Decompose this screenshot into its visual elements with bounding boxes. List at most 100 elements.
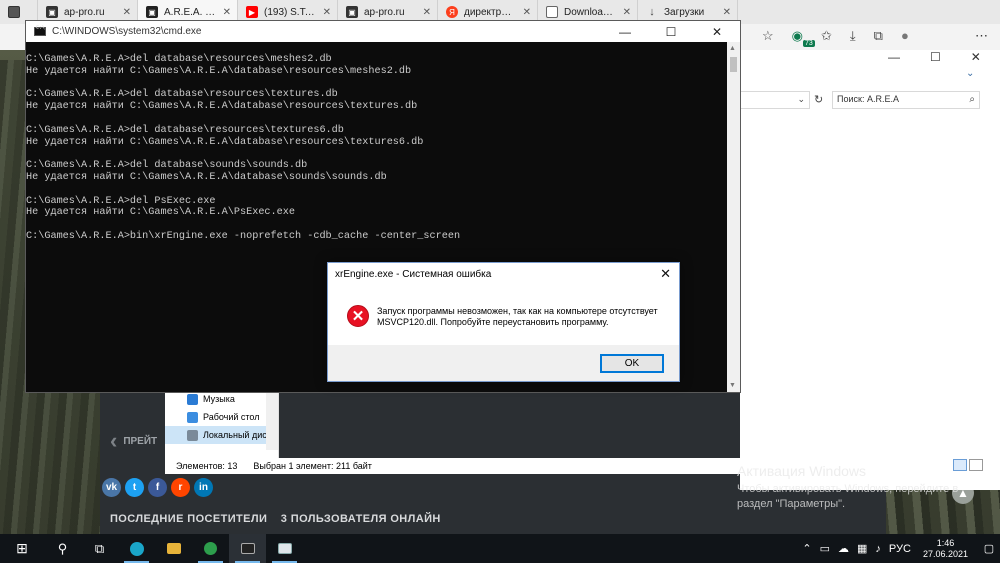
notification-icon[interactable]: ▢	[978, 542, 1000, 555]
battery-icon[interactable]: ▭	[820, 542, 830, 555]
site-prev-link[interactable]: ‹ ПРЕЙТ	[110, 428, 157, 454]
cmd-line: Не удается найти C:\Games\A.R.E.A\PsExec…	[26, 207, 295, 219]
clock-time: 1:46	[936, 537, 955, 548]
network-icon[interactable]: ▦	[857, 542, 867, 555]
site-prev-label: ПРЕЙТ	[123, 435, 158, 447]
taskbar-app[interactable]	[266, 534, 303, 563]
close-icon[interactable]: ✕	[971, 50, 981, 64]
yandex-icon: Я	[446, 6, 458, 18]
chevron-down-icon[interactable]: ⌄	[966, 68, 974, 79]
maximize-icon[interactable]: ☐	[648, 25, 694, 39]
close-icon[interactable]: ✕	[694, 25, 740, 39]
cmd-line: C:\Games\A.R.E.A>bin\xrEngine.exe -nopre…	[26, 230, 461, 242]
dialog-title: xrEngine.exe - Системная ошибка	[335, 268, 492, 280]
scroll-thumb[interactable]	[730, 57, 737, 72]
start-button[interactable]: ⊞	[0, 534, 44, 563]
cmd-line	[26, 78, 728, 90]
nav-item-local-disk[interactable]: Локальный дис	[165, 426, 278, 444]
downloads-icon[interactable]: ⤓	[850, 28, 856, 44]
cmd-icon	[34, 25, 46, 36]
chevron-down-icon[interactable]: ⌄	[797, 94, 805, 105]
folder-icon	[166, 543, 181, 554]
volume-icon[interactable]: ♪	[875, 543, 881, 555]
scroll-up-icon[interactable]: ▲	[729, 45, 736, 52]
close-icon[interactable]: ✕	[523, 7, 531, 18]
close-icon[interactable]: ✕	[423, 7, 431, 18]
close-icon[interactable]: ✕	[623, 7, 631, 18]
desktop-icon	[187, 411, 198, 423]
close-icon[interactable]: ✕	[323, 7, 331, 18]
cmd-titlebar[interactable]: C:\WINDOWS\system32\cmd.exe — ☐ ✕	[26, 21, 740, 42]
cmd-icon	[240, 543, 255, 554]
close-icon[interactable]: ✕	[123, 7, 131, 18]
cmd-scrollbar[interactable]: ▲ ▼	[727, 42, 740, 392]
ok-button[interactable]: OK	[600, 354, 664, 373]
nav-scrollbar[interactable]	[266, 390, 278, 450]
close-icon[interactable]: ✕	[660, 266, 671, 282]
cmd-title: C:\WINDOWS\system32\cmd.exe	[52, 26, 202, 37]
windows-activation-watermark: Активация Windows Чтобы активировать Win…	[737, 463, 987, 512]
favorites-icon[interactable]: ✩	[821, 28, 832, 44]
cmd-line	[26, 184, 728, 196]
favorite-star-icon[interactable]: ☆	[762, 28, 774, 44]
task-view-button[interactable]: ⧉	[81, 534, 118, 563]
cloud-icon[interactable]: ☁	[838, 542, 849, 555]
taskbar-app-maps[interactable]	[192, 534, 229, 563]
close-icon[interactable]: ✕	[723, 7, 731, 18]
scroll-down-icon[interactable]: ▼	[729, 382, 736, 389]
browser-toolbar: ☆ ◉ ✩ ⤓ ⧉ ●	[740, 28, 909, 44]
dialog-message: Запуск программы невозможен, так как на …	[377, 306, 658, 327]
cmd-line: C:\Games\A.R.E.A>del database\resources\…	[26, 54, 332, 65]
search-input[interactable]: Поиск: A.R.E.A ⌕	[832, 91, 980, 109]
chevron-up-icon[interactable]: ⌃	[802, 542, 811, 555]
clock[interactable]: 1:46 27.06.2021	[923, 538, 968, 560]
search-icon: ⚲	[57, 540, 68, 556]
taskbar-cmd[interactable]	[229, 534, 266, 563]
dialog-body: ✕ Запуск программы невозможен, так как н…	[328, 285, 679, 345]
online-users-label: 3 ПОЛЬЗОВАТЕЛЯ ОНЛАЙН	[280, 513, 441, 525]
cmd-window-controls: — ☐ ✕	[602, 25, 740, 39]
task-view-icon: ⧉	[94, 540, 105, 556]
dialog-footer: OK	[328, 345, 679, 381]
clock-date: 27.06.2021	[922, 548, 968, 559]
disk-icon	[187, 429, 198, 441]
maximize-icon[interactable]: ☐	[930, 50, 941, 64]
taskbar-explorer[interactable]	[155, 534, 192, 563]
tab-actions-icon	[8, 6, 20, 18]
window-icon	[277, 543, 292, 554]
twitter-icon[interactable]: t	[125, 478, 144, 497]
cmd-line: C:\Games\A.R.E.A>del database\resources\…	[26, 124, 344, 136]
system-tray: ⌃ ▭ ☁ ▦ ♪ РУС 1:46 27.06.2021 ▢	[798, 534, 1000, 563]
minimize-icon[interactable]: —	[602, 25, 648, 39]
download-icon: ↓	[649, 6, 655, 18]
cmd-line: C:\Games\A.R.E.A>del database\resources\…	[26, 89, 338, 101]
youtube-icon: ▶	[246, 6, 258, 18]
search-button[interactable]: ⚲	[44, 534, 81, 563]
chevron-left-icon: ‹	[110, 428, 118, 453]
extension-icon[interactable]: ◉	[792, 28, 803, 44]
cmd-line	[26, 219, 728, 231]
minimize-icon[interactable]: —	[888, 50, 900, 64]
vk-icon[interactable]: vk	[102, 478, 121, 497]
address-bar[interactable]: ⌄	[740, 91, 810, 109]
refresh-icon[interactable]: ↻	[814, 93, 823, 106]
error-icon: ✕	[347, 305, 369, 327]
linkedin-icon[interactable]: in	[194, 478, 213, 497]
reddit-icon[interactable]: r	[171, 478, 190, 497]
taskbar-edge[interactable]	[118, 534, 155, 563]
profile-icon[interactable]: ●	[901, 28, 909, 44]
nav-item-desktop[interactable]: Рабочий стол	[165, 408, 278, 426]
facebook-icon[interactable]: f	[148, 478, 167, 497]
close-icon[interactable]: ✕	[223, 7, 231, 18]
cmd-line: Не удается найти C:\Games\A.R.E.A\databa…	[26, 136, 424, 148]
area-icon: ▣	[146, 6, 158, 18]
collections-icon[interactable]: ⧉	[874, 28, 883, 44]
more-icon[interactable]: ⋯	[975, 28, 988, 44]
cmd-line: Не удается найти C:\Games\A.R.E.A\databa…	[26, 101, 418, 113]
extension-badge: 73	[803, 40, 815, 47]
language-indicator[interactable]: РУС	[889, 543, 911, 555]
cmd-line	[26, 113, 728, 125]
activation-text: Чтобы активировать Windows, перейдите в …	[737, 483, 959, 510]
cmd-line: Не удается найти C:\Games\A.R.E.A\databa…	[26, 171, 387, 183]
music-icon	[187, 393, 198, 405]
